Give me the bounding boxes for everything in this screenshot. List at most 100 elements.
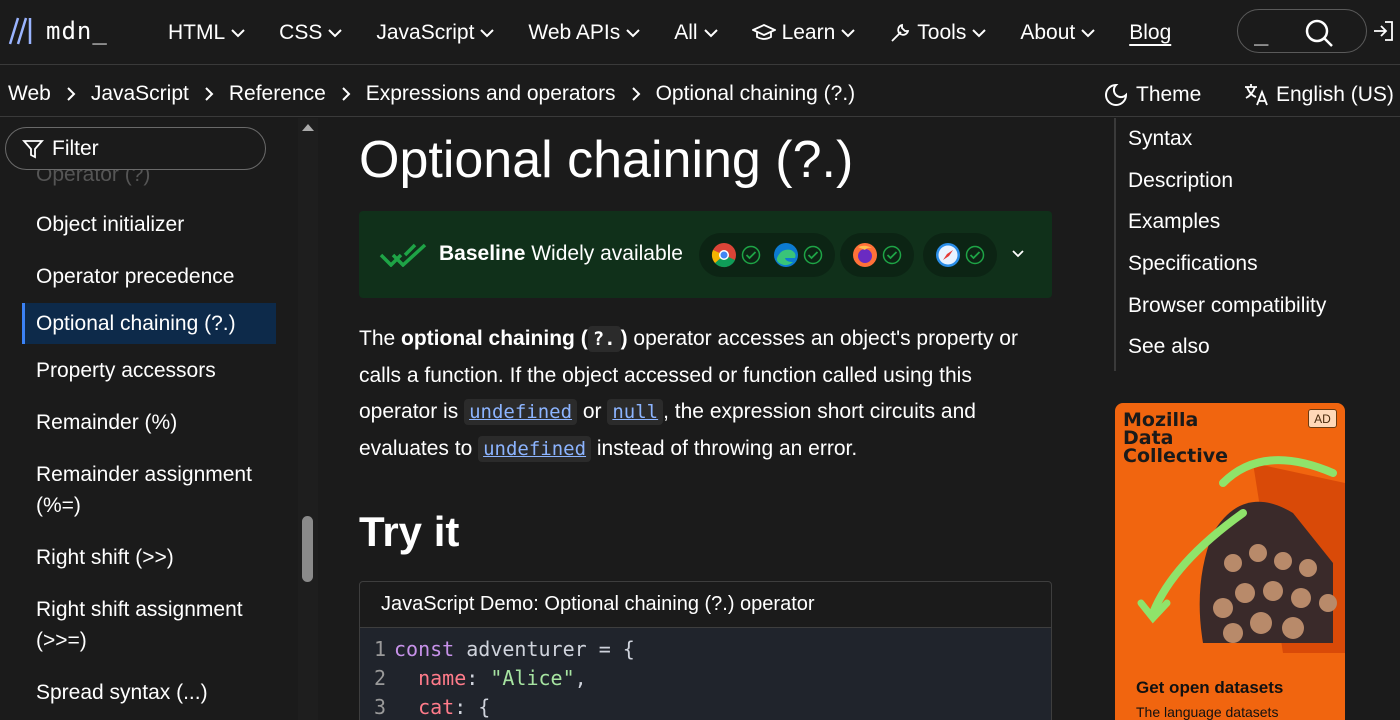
article: Optional chaining (?.) Baseline Widely a… <box>359 118 1053 720</box>
chevron-down-icon <box>328 28 343 37</box>
intro-text: instead of throwing an error. <box>591 436 858 460</box>
sidebar-item-remainder[interactable]: Remainder (%) <box>22 407 276 438</box>
toc-item-see-also[interactable]: See also <box>1116 326 1400 368</box>
chevron-down-icon <box>703 28 718 37</box>
nav-tools[interactable]: Tools <box>889 20 987 45</box>
toc-item-browser-compatibility[interactable]: Browser compatibility <box>1116 285 1400 327</box>
ad-badge: AD <box>1308 409 1337 428</box>
theme-icon <box>1105 83 1128 106</box>
code-text: adventurer = { <box>454 636 635 661</box>
nav-blog-link[interactable]: Blog <box>1129 21 1171 45</box>
baseline-text: Baseline Widely available <box>439 242 683 266</box>
chevron-down-icon[interactable] <box>1011 249 1025 259</box>
code-string: "Alice" <box>490 665 575 690</box>
sidebar-item-right-shift[interactable]: Right shift (>>) <box>22 542 276 573</box>
intro-text: or <box>577 400 608 423</box>
nav-all[interactable]: All <box>674 21 718 45</box>
nav-learn[interactable]: Learn <box>751 20 856 45</box>
sidebar-item-object-initializer[interactable]: Object initializer <box>22 209 276 240</box>
theme-button[interactable]: Theme <box>1104 83 1201 107</box>
try-it-heading: Try it <box>359 508 460 555</box>
breadcrumb: Web JavaScript Reference Expressions and… <box>8 82 855 106</box>
filter-icon <box>22 139 44 158</box>
toc-item-syntax[interactable]: Syntax <box>1116 118 1400 160</box>
sidebar-item-optional-chaining[interactable]: Optional chaining (?.) <box>22 303 276 344</box>
filter-placeholder: Filter <box>52 136 99 160</box>
nav-css[interactable]: CSS <box>279 21 343 45</box>
breadcrumb-current[interactable]: Optional chaining (?.) <box>656 82 856 106</box>
toc-item-description[interactable]: Description <box>1116 160 1400 202</box>
ad-headline: Get open datasets <box>1136 678 1284 697</box>
code-keyword: const <box>394 636 455 661</box>
theme-label: Theme <box>1136 83 1202 106</box>
sidebar-scrollbar[interactable] <box>298 118 318 720</box>
code-line: 2 name : "Alice" , <box>360 663 1051 692</box>
nav-html[interactable]: HTML <box>168 21 245 45</box>
nav-label: Tools <box>917 20 967 44</box>
chevron-right-icon <box>67 87 76 101</box>
login-icon[interactable] <box>1372 20 1394 42</box>
intro-strong-text: optional chaining ( <box>401 327 588 350</box>
browser-pill-firefox <box>840 233 914 277</box>
baseline-label: Baseline <box>439 242 526 265</box>
scroll-up-icon[interactable] <box>301 122 315 132</box>
chevron-down-icon <box>972 28 987 37</box>
code-line: 1 const adventurer = { <box>360 634 1051 663</box>
nav-label: Blog <box>1129 20 1172 44</box>
scrollbar-thumb[interactable] <box>302 516 313 582</box>
ad-image <box>1137 456 1345 653</box>
breadcrumb-bar: Web JavaScript Reference Expressions and… <box>0 75 1400 117</box>
code-property: name <box>394 665 467 690</box>
advertisement[interactable]: Mozilla Data Collective AD Get open data… <box>1115 403 1345 720</box>
main-nav: HTML CSS JavaScript Web APIs All Learn T… <box>168 0 1205 65</box>
top-navigation: mdn_ HTML CSS JavaScript Web APIs All Le… <box>0 0 1400 65</box>
chevron-down-icon <box>231 28 245 37</box>
code-editor[interactable]: 1 const adventurer = { 2 name : "Alice" … <box>360 628 1051 720</box>
nav-about[interactable]: About <box>1020 21 1095 45</box>
check-circle-icon <box>741 245 761 265</box>
chrome-icon <box>711 243 736 268</box>
demo-title: JavaScript Demo: Optional chaining (?.) … <box>360 582 1051 628</box>
search-button[interactable]: _ <box>1237 9 1367 53</box>
filter-input[interactable]: Filter <box>5 127 266 170</box>
baseline-check-icon <box>379 243 427 267</box>
nav-label: Learn <box>781 20 836 44</box>
graduation-cap-icon <box>751 23 776 40</box>
search-input[interactable]: _ <box>1254 18 1268 46</box>
line-number: 3 <box>373 694 386 719</box>
intro-strong-end: ) <box>620 327 628 350</box>
baseline-status: Widely available <box>531 242 683 265</box>
sidebar-item-operator-precedence[interactable]: Operator precedence <box>22 261 276 292</box>
language-button[interactable]: English (US) <box>1244 83 1394 107</box>
sidebar-item-spread-syntax[interactable]: Spread syntax (...) <box>22 677 276 708</box>
browser-pill-chromium <box>699 233 835 277</box>
sidebar-item-right-shift-assignment[interactable]: Right shift assignment (>>=) <box>22 594 262 656</box>
sidebar-item-partial[interactable]: Operator (?) <box>22 170 276 192</box>
page-title: Optional chaining (?.) <box>359 131 854 189</box>
baseline-banner[interactable]: Baseline Widely available <box>359 211 1052 298</box>
null-link[interactable]: null <box>607 399 664 425</box>
nav-javascript[interactable]: JavaScript <box>376 20 495 45</box>
breadcrumb-web[interactable]: Web <box>8 82 51 106</box>
nav-web-apis[interactable]: Web APIs <box>528 21 640 45</box>
browser-pill-safari <box>923 233 997 277</box>
undefined-link[interactable]: undefined <box>464 399 578 425</box>
chevron-down-icon <box>480 28 495 37</box>
intro-text: The <box>359 327 402 350</box>
undefined-link[interactable]: undefined <box>478 435 592 462</box>
sidebar-item-remainder-assignment[interactable]: Remainder assignment (%=) <box>22 459 262 521</box>
toc-item-examples[interactable]: Examples <box>1116 201 1400 243</box>
breadcrumb-reference[interactable]: Reference <box>229 82 326 106</box>
breadcrumb-operators[interactable]: Expressions and operators <box>366 82 616 106</box>
search-icon <box>1305 19 1333 47</box>
intro-paragraph: The optional chaining (?.) operator acce… <box>359 321 1053 467</box>
language-label: English (US) <box>1276 83 1394 106</box>
breadcrumb-javascript[interactable]: JavaScript <box>91 82 189 106</box>
firefox-icon <box>853 243 877 267</box>
chevron-right-icon <box>205 87 214 101</box>
nav-label: JavaScript <box>376 20 475 44</box>
toc-item-specifications[interactable]: Specifications <box>1116 243 1400 285</box>
sidebar-item-property-accessors[interactable]: Property accessors <box>22 355 276 386</box>
chevron-right-icon <box>342 87 351 101</box>
mdn-logo[interactable]: mdn_ <box>8 14 108 48</box>
